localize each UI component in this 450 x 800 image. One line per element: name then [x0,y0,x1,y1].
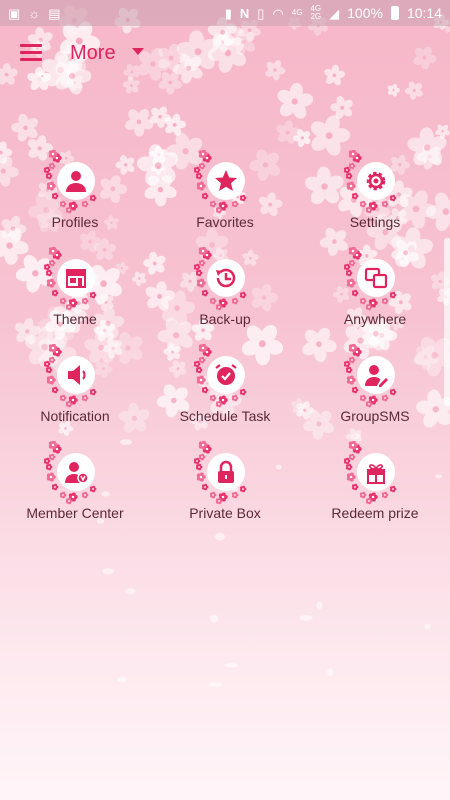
alarm-clock-icon [207,356,245,394]
wifi-icon: ◠ [272,5,284,21]
tile-label: Redeem prize [331,505,419,521]
backup-clock-icon [207,259,245,297]
star-icon [207,162,245,200]
tile-label: Profiles [51,214,99,230]
tile-favorites[interactable]: Favorites [150,150,300,247]
tile-icon-badge [193,247,257,311]
person-icon [57,162,95,200]
image-notification-icon: ▣ [8,5,21,21]
shopping-bag-icon: ▤ [48,5,61,21]
tile-icon-badge [193,150,257,214]
tile-label: Member Center [26,505,124,521]
feature-grid: Profiles Favorites Settings Theme Back-up Any… [0,150,450,538]
dropdown-caret-icon [131,47,144,55]
tile-icon-badge [343,344,407,408]
battery-icon [390,6,399,20]
hamburger-menu-icon[interactable] [20,44,42,62]
tile-icon-badge [343,441,407,505]
app-bar: More [0,26,450,80]
speaker-icon [57,356,95,394]
vibrate-icon: ▯ [257,5,265,21]
tile-back-up[interactable]: Back-up [150,247,300,344]
tile-icon-badge [193,344,257,408]
tile-redeem-prize[interactable]: Redeem prize [300,441,450,538]
tile-icon-badge [43,441,107,505]
tile-notification[interactable]: Notification [0,344,150,441]
tile-private-box[interactable]: Private Box [150,441,300,538]
sim-icon: ▮ [224,5,232,21]
tile-profiles[interactable]: Profiles [0,150,150,247]
store-icon [57,259,95,297]
title-dropdown[interactable]: More [70,42,144,65]
nfc-icon: N [239,5,250,21]
gear-icon [357,162,395,200]
tile-icon-badge [43,344,107,408]
devices-icon [357,259,395,297]
tile-label: Favorites [196,214,254,230]
battery-percent: 100% [347,5,383,21]
tile-icon-badge [193,441,257,505]
tile-groupsms[interactable]: GroupSMS [300,344,450,441]
tile-label: Anywhere [343,311,407,327]
network-type-secondary: 4G 2G [310,5,321,21]
clock: 10:14 [406,5,442,21]
tile-schedule-task[interactable]: Schedule Task [150,344,300,441]
lock-icon [207,453,245,491]
network-label: 2G [310,12,322,21]
tile-label: Notification [40,408,110,424]
network-type: 4G [292,9,303,17]
tile-member-center[interactable]: Member Center [0,441,150,538]
weather-notification-icon: ☼ [28,5,41,21]
tile-settings[interactable]: Settings [300,150,450,247]
tile-icon-badge [43,150,107,214]
status-bar: ▣ ☼ ▤ ▮ N ▯ ◠ 4G 4G 2G ◢ 100% 10:14 [0,0,450,26]
tile-theme[interactable]: Theme [0,247,150,344]
page-title: More [70,41,116,64]
gift-icon [357,453,395,491]
tile-label: Settings [349,214,401,230]
network-label: 4G [291,8,303,17]
edge-panel-handle[interactable] [444,238,450,406]
tile-label: Theme [53,311,97,327]
tile-icon-badge [343,247,407,311]
tile-label: GroupSMS [340,408,410,424]
member-icon [57,453,95,491]
tile-label: Schedule Task [179,408,271,424]
tile-label: Private Box [189,505,261,521]
tile-label: Back-up [199,311,251,327]
person-edit-icon [357,356,395,394]
tile-anywhere[interactable]: Anywhere [300,247,450,344]
tile-icon-badge [43,247,107,311]
signal-icon: ◢ [329,5,340,21]
tile-icon-badge [343,150,407,214]
